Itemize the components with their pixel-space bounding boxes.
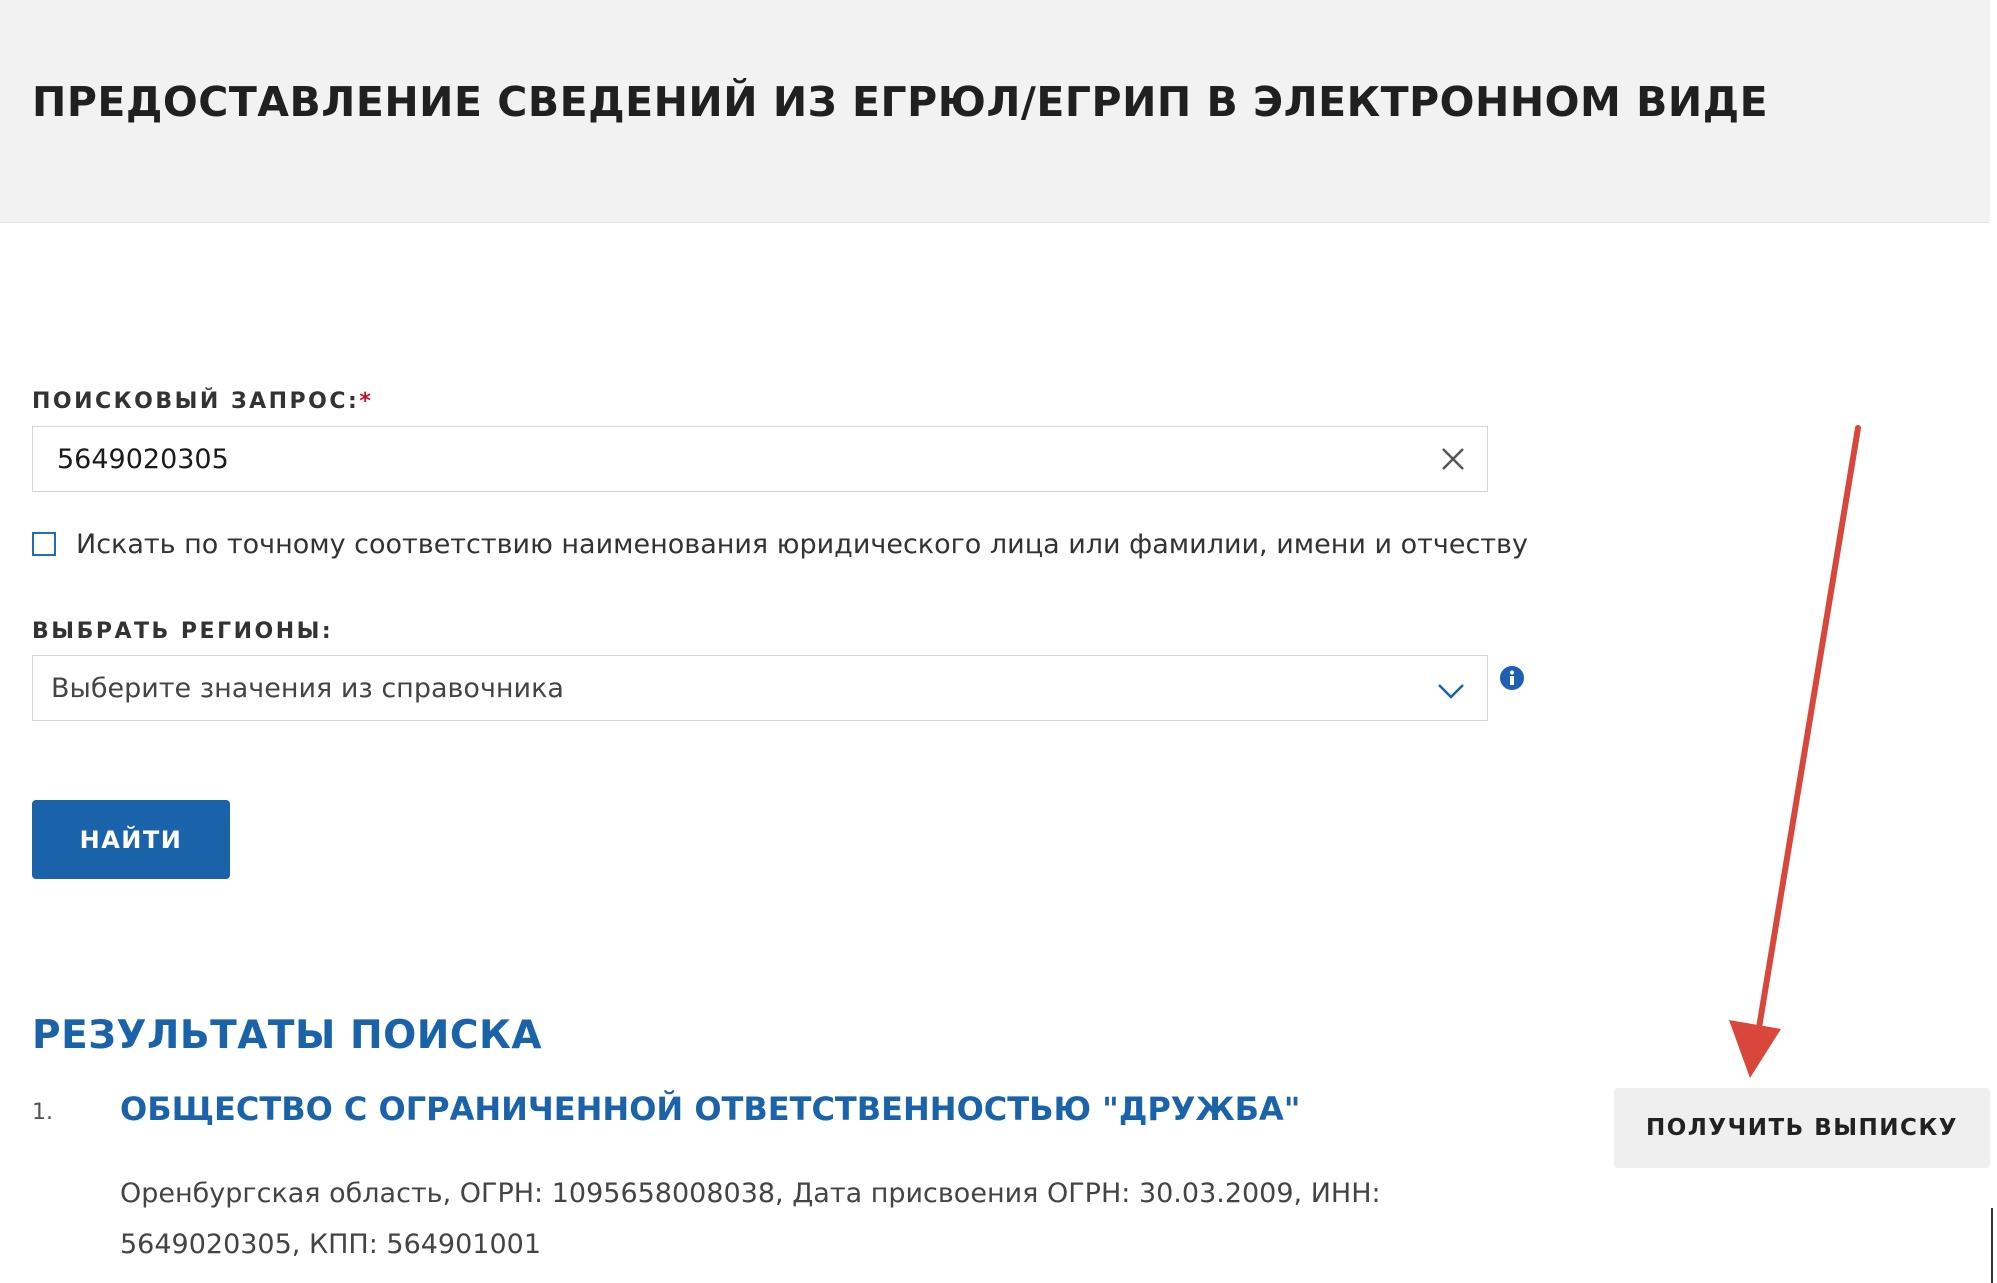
search-query-label-text: ПОИСКОВЫЙ ЗАПРОС:	[32, 389, 360, 414]
result-details: Оренбургская область, ОГРН: 109565800803…	[120, 1178, 1381, 1260]
result-number: 1.	[32, 1100, 53, 1125]
results-title: РЕЗУЛЬТАТЫ ПОИСКА	[32, 1013, 543, 1058]
exact-match-checkbox[interactable]	[32, 532, 56, 556]
search-field	[32, 426, 1488, 492]
regions-label: ВЫБРАТЬ РЕГИОНЫ:	[32, 619, 334, 644]
find-button[interactable]: НАЙТИ	[32, 800, 230, 879]
exact-match-option: Искать по точному соответствию наименова…	[32, 524, 1528, 564]
page-header: ПРЕДОСТАВЛЕНИЕ СВЕДЕНИЙ ИЗ ЕГРЮЛ/ЕГРИП В…	[0, 0, 1990, 223]
get-extract-button[interactable]: ПОЛУЧИТЬ ВЫПИСКУ	[1614, 1088, 1990, 1168]
search-input[interactable]	[33, 427, 1437, 491]
info-icon[interactable]	[1499, 665, 1525, 691]
search-query-label: ПОИСКОВЫЙ ЗАПРОС:*	[32, 389, 373, 414]
scrollbar-edge	[1991, 1208, 1993, 1283]
required-mark: *	[359, 389, 374, 414]
chevron-down-icon	[1435, 676, 1467, 704]
regions-select-value: Выберите значения из справочника	[51, 673, 564, 704]
result-company-link[interactable]: ОБЩЕСТВО С ОГРАНИЧЕННОЙ ОТВЕТСТВЕННОСТЬЮ…	[120, 1090, 1300, 1128]
exact-match-label[interactable]: Искать по точному соответствию наименова…	[76, 529, 1528, 560]
regions-select[interactable]: Выберите значения из справочника	[32, 655, 1488, 721]
close-icon[interactable]	[1433, 439, 1473, 479]
page-title: ПРЕДОСТАВЛЕНИЕ СВЕДЕНИЙ ИЗ ЕГРЮЛ/ЕГРИП В…	[32, 78, 1769, 126]
